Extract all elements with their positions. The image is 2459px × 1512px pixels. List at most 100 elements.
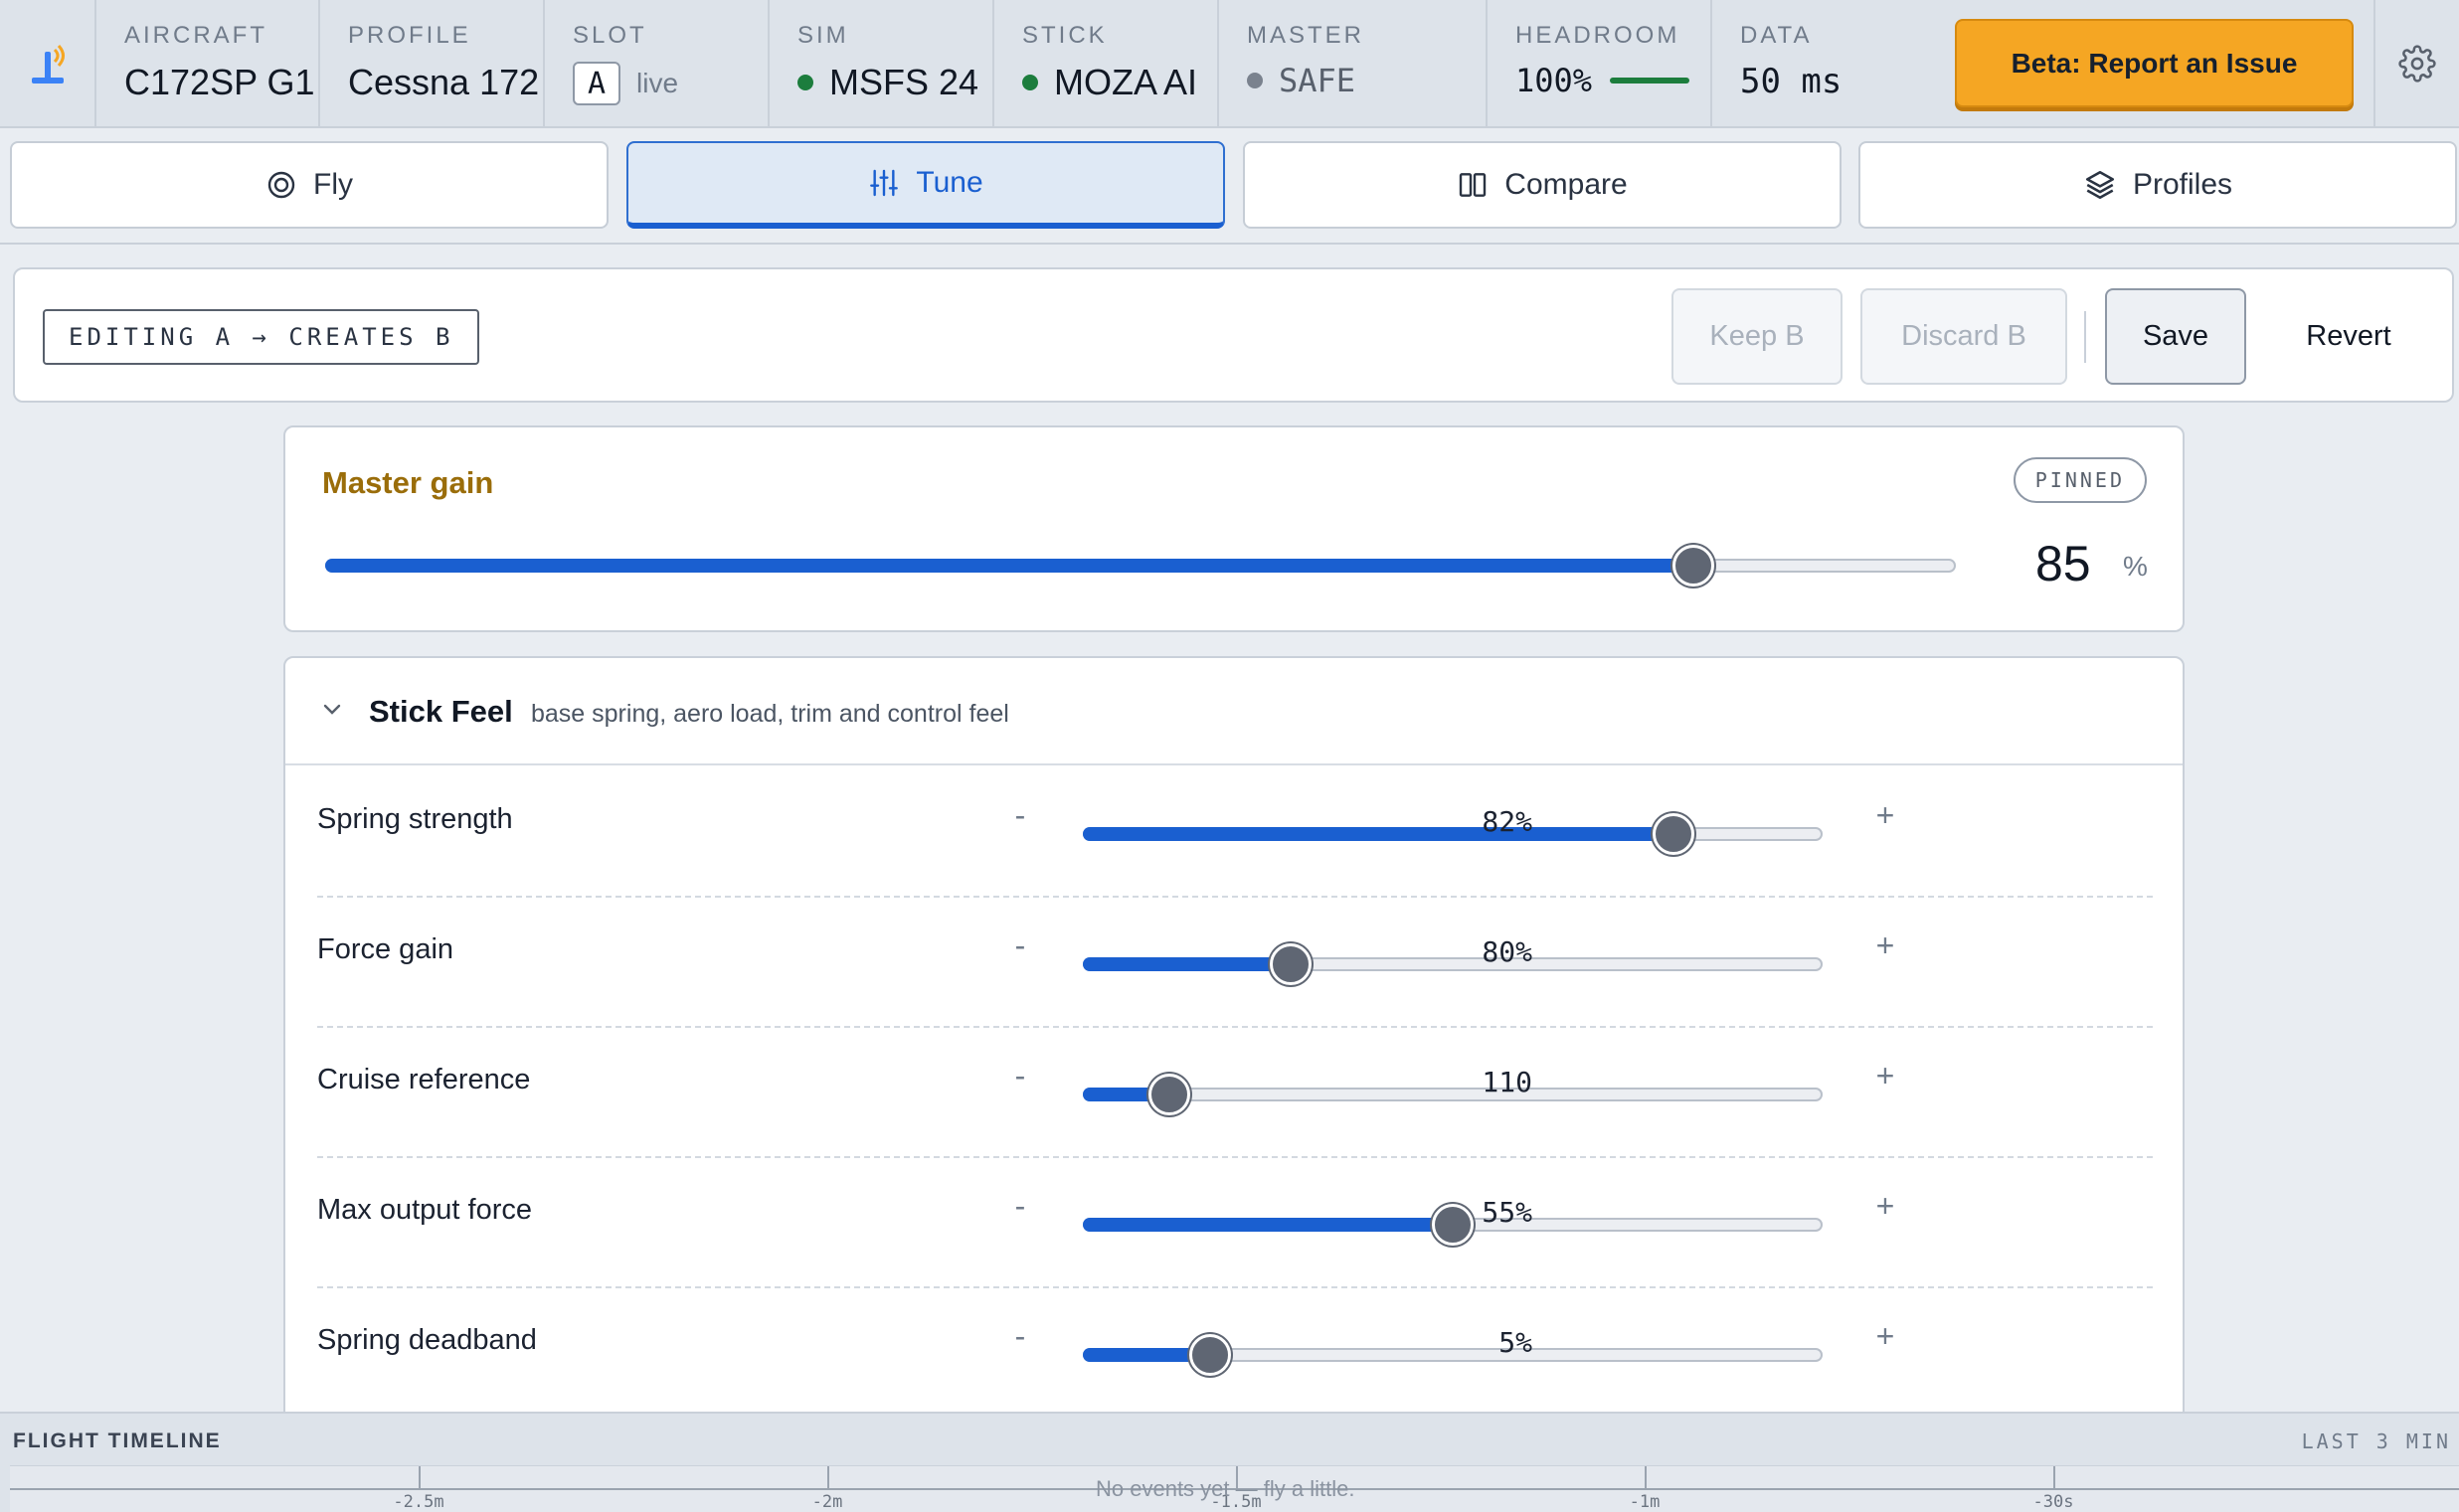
master-gain-fill <box>325 559 1692 573</box>
setting-label: Spring strength <box>317 803 513 835</box>
headroom-meter <box>1610 78 1690 84</box>
status-bar: AIRCRAFT C172SP G1 PROFILE Cessna 172 SL… <box>0 0 2459 128</box>
timeline-title: FLIGHT TIMELINE <box>13 1429 222 1452</box>
save-button[interactable]: Save <box>2105 288 2246 385</box>
increment-button[interactable]: + <box>1870 1188 1900 1225</box>
timeline-tick <box>2053 1466 2055 1490</box>
increment-button[interactable]: + <box>1870 1318 1900 1355</box>
sliders-icon <box>870 169 899 197</box>
columns-icon <box>1460 173 1487 197</box>
discard-b-button[interactable]: Discard B <box>1860 288 2067 385</box>
gear-icon <box>2398 44 2436 83</box>
master-value: SAFE <box>1247 62 1355 99</box>
sim-status-dot <box>797 75 813 90</box>
decrement-button[interactable]: - <box>1005 1318 1035 1355</box>
toolbar-separator <box>2084 311 2086 363</box>
slider-fill <box>1083 827 1671 841</box>
master-gain-slider[interactable] <box>325 545 1956 587</box>
revert-button[interactable]: Revert <box>2264 288 2433 385</box>
slider-thumb[interactable] <box>1148 1074 1191 1115</box>
stick-feel-header[interactable]: Stick Feel base spring, aero load, trim … <box>285 658 2183 765</box>
master-gain-thumb[interactable] <box>1672 545 1715 587</box>
setting-label: Max output force <box>317 1194 532 1226</box>
setting-value: 5% <box>1498 1326 1532 1359</box>
master-gain-title: Master gain <box>322 465 494 500</box>
tab-compare[interactable]: Compare <box>1243 141 1842 229</box>
decrement-button[interactable]: - <box>1005 1058 1035 1094</box>
setting-label: Force gain <box>317 933 454 965</box>
timeline-range: LAST 3 MIN <box>2301 1429 2451 1453</box>
headroom-value: 100% <box>1515 62 1690 99</box>
stick-status: STICK MOZA AI <box>994 0 1219 126</box>
keep-b-button[interactable]: Keep B <box>1671 288 1843 385</box>
timeline-tick-label: -30s <box>2032 1492 2074 1512</box>
chevron-down-icon[interactable] <box>321 702 343 718</box>
sim-label: SIM <box>797 22 849 49</box>
timeline-tick <box>827 1466 829 1490</box>
slot-label: SLOT <box>573 22 647 49</box>
master-status-dot <box>1247 73 1263 88</box>
timeline-tick-label: -1m <box>1629 1492 1661 1512</box>
tab-profiles[interactable]: Profiles <box>1858 141 2457 229</box>
setting-value: 55% <box>1482 1196 1532 1229</box>
tab-compare-label: Compare <box>1504 168 1628 201</box>
slider-fill <box>1083 957 1290 971</box>
stick-name: MOZA AI <box>1054 62 1198 102</box>
sim-name: MSFS 24 <box>829 62 979 102</box>
master-label: MASTER <box>1247 22 1365 49</box>
pinned-badge: PINNED <box>2013 457 2147 503</box>
tab-tune[interactable]: Tune <box>626 141 1225 229</box>
stick-feel-subtitle: base spring, aero load, trim and control… <box>531 700 1009 728</box>
setting-row-max-output-force: Max output force - + 55% <box>317 1158 2153 1288</box>
sim-status: SIM MSFS 24 <box>770 0 994 126</box>
stick-label: STICK <box>1022 22 1108 49</box>
timeline-empty-message: No events yet — fly a little. <box>1096 1476 1355 1501</box>
settings-button[interactable] <box>2373 0 2459 126</box>
editing-indicator: EDITING A → CREATES B <box>43 309 480 365</box>
slot-value: A live <box>573 62 678 105</box>
setting-label: Cruise reference <box>317 1064 531 1095</box>
master-gain-value: 85 <box>2035 536 2091 591</box>
aircraft-value: C172SP G1 <box>124 62 315 102</box>
report-issue-button[interactable]: Beta: Report an Issue <box>1955 19 2354 107</box>
data-label: DATA <box>1740 22 1813 49</box>
slider-thumb[interactable] <box>1188 1334 1231 1376</box>
timeline-tick-label: -2.5m <box>393 1492 444 1512</box>
aircraft-status: AIRCRAFT C172SP G1 <box>96 0 320 126</box>
tab-fly[interactable]: Fly <box>10 141 609 229</box>
slot-letter[interactable]: A <box>573 62 620 105</box>
master-gain-unit: % <box>2123 551 2148 582</box>
setting-value: 110 <box>1482 1066 1532 1098</box>
master-status: MASTER SAFE <box>1219 0 1488 126</box>
setting-row-spring-strength: Spring strength - + 82% <box>317 767 2153 898</box>
timeline-tick-label: -2m <box>811 1492 843 1512</box>
slider-thumb[interactable] <box>1270 943 1313 985</box>
headroom-percent: 100% <box>1515 62 1593 99</box>
setting-row-cruise-reference: Cruise reference - + 110 <box>317 1028 2153 1158</box>
setting-value: 80% <box>1482 935 1532 968</box>
decrement-button[interactable]: - <box>1005 1188 1035 1225</box>
slider-thumb[interactable] <box>1653 813 1694 855</box>
slot-state: live <box>636 68 679 98</box>
setting-row-force-gain: Force gain - + 80% <box>317 898 2153 1028</box>
flight-timeline: FLIGHT TIMELINE LAST 3 MIN -2.5m -2m -1.… <box>0 1412 2459 1512</box>
decrement-button[interactable]: - <box>1005 797 1035 834</box>
edit-toolbar: EDITING A → CREATES B Keep B Discard B S… <box>13 267 2454 403</box>
tab-fly-label: Fly <box>313 168 353 201</box>
increment-button[interactable]: + <box>1870 797 1900 834</box>
timeline-tick <box>419 1466 421 1490</box>
setting-row-spring-deadband: Spring deadband - + 5% <box>317 1288 2153 1419</box>
timeline-strip[interactable]: -2.5m -2m -1.5m -1m -30s No events yet —… <box>10 1465 2459 1512</box>
increment-button[interactable]: + <box>1870 1058 1900 1094</box>
profile-status: PROFILE Cessna 172 <box>320 0 545 126</box>
layers-icon <box>2085 170 2114 200</box>
increment-button[interactable]: + <box>1870 927 1900 964</box>
decrement-button[interactable]: - <box>1005 927 1035 964</box>
stick-feel-title: Stick Feel <box>369 694 513 729</box>
stick-value: MOZA AI <box>1022 62 1197 103</box>
master-state: SAFE <box>1279 62 1356 99</box>
master-gain-card: Master gain PINNED 85 % <box>283 425 2185 632</box>
setting-value: 82% <box>1482 805 1532 838</box>
setting-label: Spring deadband <box>317 1324 537 1356</box>
profile-label: PROFILE <box>348 22 471 49</box>
